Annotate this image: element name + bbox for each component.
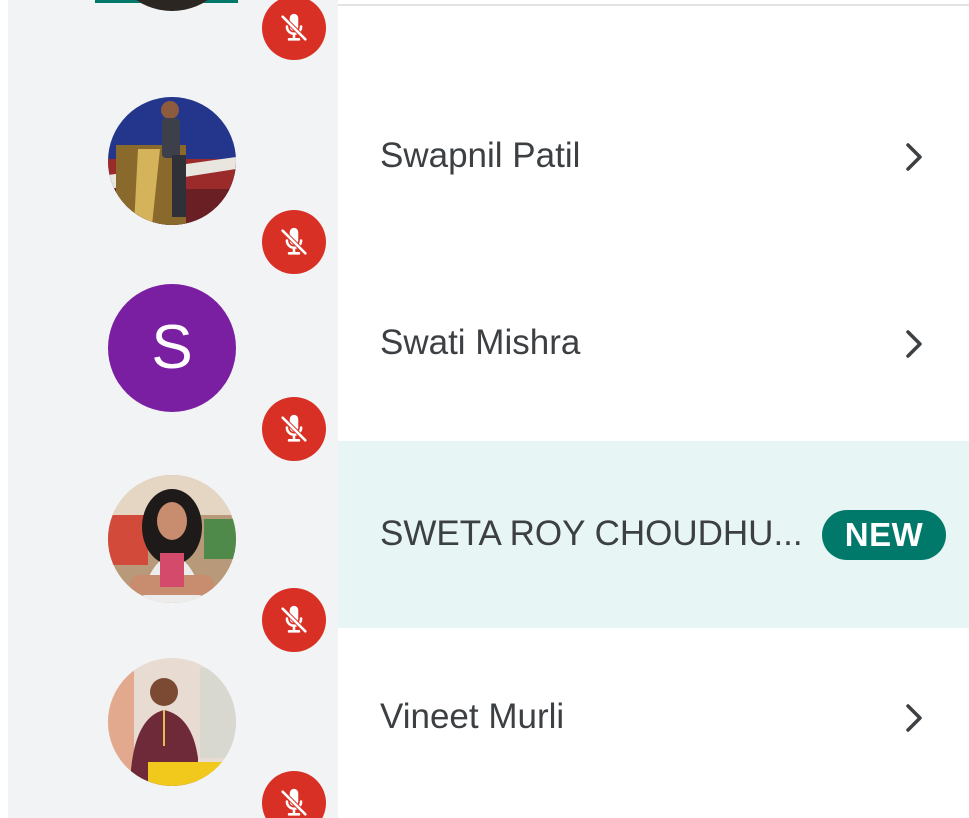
mic-off-badge (262, 397, 326, 461)
mic-off-badge (262, 771, 326, 818)
participant-row-partial[interactable] (0, 0, 969, 60)
chevron-right-icon[interactable] (900, 700, 930, 736)
participant-row-swati-mishra[interactable]: S Swati Mishra (0, 250, 969, 461)
mic-off-icon (281, 414, 307, 442)
participant-name: Swati Mishra (380, 323, 581, 362)
participant-name: Vineet Murli (380, 697, 565, 736)
mic-off-icon (281, 788, 307, 816)
participant-avatar (108, 658, 236, 786)
new-badge: NEW (822, 510, 946, 560)
chevron-right-icon[interactable] (900, 326, 930, 362)
participant-name: Swapnil Patil (380, 136, 581, 175)
chevron-right-icon[interactable] (900, 139, 930, 175)
mic-off-icon (281, 227, 307, 255)
participant-row-swapnil-patil[interactable]: Swapnil Patil (0, 63, 969, 274)
participant-avatar (108, 0, 236, 11)
participant-row-vineet-murli[interactable]: Vineet Murli (0, 624, 969, 818)
participant-avatar (108, 97, 236, 225)
mic-off-badge (262, 588, 326, 652)
participant-name: SWETA ROY CHOUDHU... (380, 514, 803, 553)
mic-off-icon (281, 13, 307, 41)
participant-avatar (108, 475, 236, 603)
participant-avatar-letter: S (108, 284, 236, 412)
mic-off-badge (262, 210, 326, 274)
participants-screen: Swapnil Patil S Swati Mishra SWETA ROY C… (0, 0, 969, 818)
mic-off-icon (281, 605, 307, 633)
participant-row-sweta-roy-choudhury[interactable]: SWETA ROY CHOUDHU... NEW (0, 441, 969, 652)
